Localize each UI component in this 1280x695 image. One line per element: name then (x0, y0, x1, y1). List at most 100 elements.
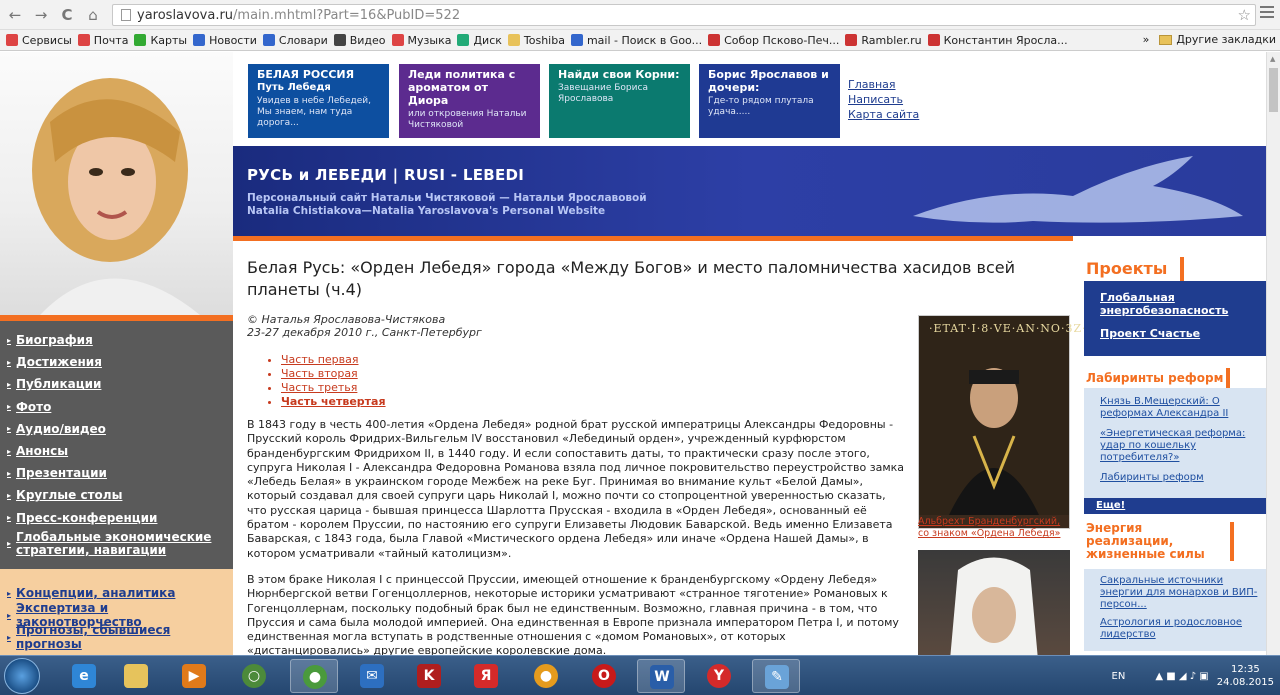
chrome-icon[interactable]: ● (290, 659, 338, 693)
portrait-inscription: ·ETAT·I·8·VE·AN·NO·3Z·I·Y·ZZ· (929, 322, 1131, 335)
portrait-second[interactable] (918, 550, 1070, 655)
page-icon (121, 9, 131, 21)
bookmark-favicon-icon (333, 34, 346, 46)
article-title: Белая Русь: «Орден Лебедя» города «Между… (247, 258, 1015, 299)
left-menu-item[interactable]: ▸ Фото (0, 396, 233, 418)
bookmark-item[interactable]: Новости (193, 34, 257, 47)
project-link[interactable]: Глобальная энергобезопасность (1100, 291, 1266, 317)
energy-link[interactable]: Сакральные источники энергии для монархо… (1100, 575, 1266, 611)
bookmark-favicon-icon (570, 34, 583, 46)
opera-icon[interactable]: O (580, 659, 628, 693)
reload-button[interactable]: C (56, 4, 78, 26)
kaspersky-icon[interactable]: K (405, 659, 453, 693)
left-menu-item[interactable]: ▸ Презентации (0, 462, 233, 484)
yandex-icon[interactable]: Я (462, 659, 510, 693)
promo-find-roots[interactable]: Найди свои Корни: Завещание Бориса Яросл… (549, 64, 690, 138)
left-menu-label: Пресс-конференции (16, 510, 158, 525)
media-player-icon[interactable]: ▶ (170, 659, 218, 693)
link-write[interactable]: Написать (848, 92, 919, 107)
arrow-icon: ▸ (7, 357, 12, 367)
language-indicator[interactable]: EN (1112, 671, 1126, 682)
left-menu-label: Концепции, аналитика (16, 586, 176, 600)
bookmark-item[interactable]: Константин Яросла... (927, 34, 1068, 47)
ie-icon[interactable]: e (60, 659, 108, 693)
arrow-icon: ▸ (7, 468, 12, 478)
forward-button[interactable]: → (30, 4, 52, 26)
word-icon[interactable]: W (637, 659, 685, 693)
bookmark-item[interactable]: Rambler.ru (845, 33, 922, 47)
left-menu-item[interactable]: ▸ Круглые столы (0, 484, 233, 506)
address-bar[interactable]: yaroslavova.ru/main.mhtml?Part=16&PubID=… (112, 4, 1256, 26)
bookmark-favicon-icon (77, 34, 90, 46)
portrait-caption[interactable]: Альбрехт Бранденбургский, со знаком «Орд… (918, 516, 1070, 540)
top-links: Главная Написать Карта сайта (848, 77, 919, 122)
explorer-icon[interactable] (112, 659, 160, 693)
promo-lady-politics[interactable]: Леди политика с ароматом от Диора или от… (399, 64, 540, 138)
link-sitemap[interactable]: Карта сайта (848, 107, 919, 122)
bookmark-item[interactable]: Toshiba (507, 34, 565, 47)
arrow-icon: ▸ (7, 513, 12, 523)
left-column: ▸ Биография ▸ Достижения ▸ Публикации ▸ Фото ▸ Ау… (0, 52, 233, 655)
arrow-icon: ▸ (7, 402, 12, 412)
yandex-browser-icon[interactable]: Y (695, 659, 743, 693)
bookmark-item[interactable]: Диск (457, 34, 502, 47)
left-menu-item[interactable]: ▸ Пресс-конференции (0, 507, 233, 529)
back-button[interactable]: ← (4, 4, 26, 26)
page-scrollbar[interactable]: ▲ (1266, 52, 1280, 655)
tray-icons[interactable]: ▲ ■ ◢ ♪ ▣ (1155, 671, 1208, 682)
reforms-block: Князь В.Мещерский: О реформах Александра… (1084, 388, 1266, 498)
promo-white-russia[interactable]: БЕЛАЯ РОССИЯ Путь Лебедя Увидев в небе Л… (248, 64, 389, 138)
menu-icon[interactable] (1260, 6, 1274, 20)
left-menu-label: Достижения (16, 355, 102, 370)
energy-link[interactable]: Астрология и родословное лидерство (1100, 617, 1266, 641)
reform-link[interactable]: Князь В.Мещерский: О реформах Александра… (1100, 396, 1266, 420)
scroll-up-icon[interactable]: ▲ (1270, 55, 1275, 63)
left-menu-item[interactable]: ▸ Публикации (0, 373, 233, 395)
bookmark-item[interactable]: Музыка (391, 34, 451, 47)
app-icon-2[interactable]: ● (522, 659, 570, 693)
reform-link[interactable]: «Энергетическая реформа: удар по кошельк… (1100, 428, 1266, 464)
bookmark-item[interactable]: Словари (262, 34, 328, 47)
bookmark-label: Rambler.ru (861, 33, 922, 47)
paint-icon[interactable]: ✎ (752, 659, 800, 693)
left-menu-item[interactable]: ▸ Глобальные экономические стратегии, нав… (0, 529, 233, 559)
start-button[interactable] (4, 658, 40, 694)
bookmark-favicon-icon (457, 34, 470, 46)
other-bookmarks[interactable]: Другие закладки (1176, 33, 1276, 46)
app-icon[interactable]: ○ (230, 659, 278, 693)
bookmark-favicon-icon (927, 34, 940, 46)
link-home[interactable]: Главная (848, 77, 919, 92)
left-menu-item[interactable]: ▸ Анонсы (0, 440, 233, 462)
bookmark-item[interactable]: Почта (77, 34, 128, 47)
bookmarks-more-button[interactable]: » (1143, 33, 1150, 46)
reform-link[interactable]: Лабиринты реформ (1100, 472, 1266, 484)
clock[interactable]: 12:35 24.08.2015 (1217, 663, 1274, 689)
bookmark-item[interactable]: mail - Поиск в Goo... (570, 34, 702, 47)
left-menu-item[interactable]: ▸ Биография (0, 329, 233, 351)
banner-title: РУСЬ и ЛЕБЕДИ | RUSI - LEBEDI (247, 166, 525, 184)
more-link[interactable]: Еще! (1096, 500, 1125, 511)
left-menu-item[interactable]: ▸ Достижения (0, 351, 233, 373)
url-host: yaroslavova.ru (137, 7, 234, 23)
bookmark-item[interactable]: Собор Псково-Печ... (708, 34, 839, 47)
home-button[interactable]: ⌂ (82, 4, 104, 26)
energy-heading: Энергия реализации, жизненные силы (1084, 522, 1234, 561)
bookmark-star-icon[interactable]: ☆ (1238, 6, 1251, 24)
mail-icon[interactable]: ✉ (348, 659, 396, 693)
bookmark-favicon-icon (708, 34, 721, 46)
left-menu-item[interactable]: ▸ Прогнозы, сбывшиеся прогнозы (0, 623, 233, 651)
left-menu-item[interactable]: ▸ Аудио/видео (0, 418, 233, 440)
bookmark-favicon-icon (6, 34, 18, 46)
project-link[interactable]: Проект Счастье (1100, 327, 1266, 340)
bookmark-item[interactable]: Сервисы (6, 34, 72, 47)
arrow-icon: ▸ (7, 632, 12, 642)
bookmark-item[interactable]: Карты (134, 34, 187, 47)
promo-boris[interactable]: Борис Ярославов и дочери: Где-то рядом п… (699, 64, 840, 138)
scroll-thumb[interactable] (1269, 68, 1278, 112)
left-menu-label: Фото (16, 399, 52, 414)
portrait-albrecht[interactable]: ·ETAT·I·8·VE·AN·NO·3Z·I·Y·ZZ· (918, 315, 1131, 529)
promo-title: Леди политика с ароматом от Диора (408, 68, 516, 107)
bookmark-favicon-icon (193, 34, 206, 46)
bookmark-label: Видео (349, 33, 386, 47)
bookmark-item[interactable]: Видео (333, 33, 386, 47)
